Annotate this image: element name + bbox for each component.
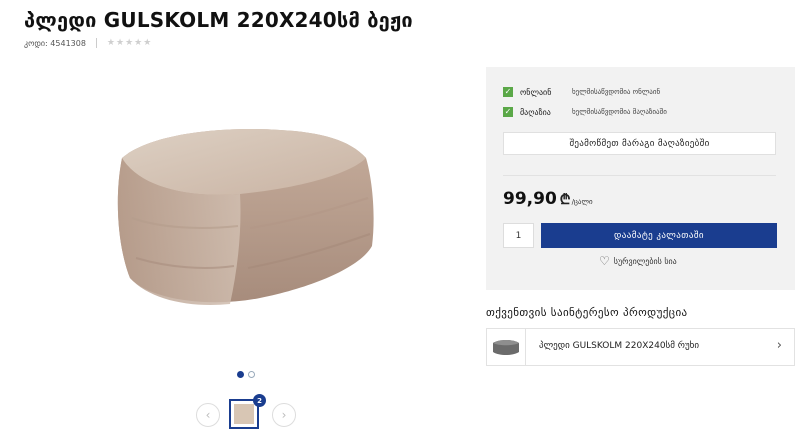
panel-divider: [503, 175, 776, 176]
check-stores-button[interactable]: შეამოწმეთ მარაგი მაღაზიებში: [503, 132, 776, 155]
wishlist-label: სურვილების სია: [613, 256, 677, 266]
availability-label: მაღაზია: [520, 107, 551, 117]
wishlist-link[interactable]: ♡ სურვილების სია: [599, 255, 677, 267]
check-icon: ✓: [503, 107, 513, 117]
availability-store: ✓ მაღაზია ხელმისაწვდომია მაღაზიაში: [503, 107, 667, 117]
gallery-dot[interactable]: [248, 371, 255, 378]
chevron-right-icon: ›: [776, 338, 782, 353]
meta-divider: [95, 38, 97, 48]
recommended-product-card[interactable]: პლედი GULSKOLM 220X240სმ რუხი ›: [486, 328, 795, 366]
star-icon: ★: [106, 38, 115, 48]
thumb-next-button[interactable]: ›: [272, 403, 296, 427]
availability-status: ხელმისაწვდომია ონლაინ: [572, 88, 661, 96]
gallery-dot-active[interactable]: [237, 371, 244, 378]
thumb-prev-button[interactable]: ‹: [196, 403, 220, 427]
currency-symbol: ₾: [559, 192, 571, 208]
product-title: პლედი GULSKOLM 220X240სმ ბეჟი: [24, 8, 413, 32]
purchase-panel: ✓ ონლაინ ხელმისაწვდომია ონლაინ ✓ მაღაზია…: [486, 67, 795, 290]
product-meta: კოდი: 4541308 ★ ★ ★ ★ ★: [24, 38, 151, 48]
heart-icon: ♡: [599, 254, 610, 268]
chevron-right-icon: ›: [281, 408, 287, 422]
check-icon: ✓: [503, 87, 513, 97]
star-icon: ★: [125, 38, 134, 48]
availability-online: ✓ ონლაინ ხელმისაწვდომია ონლაინ: [503, 87, 660, 97]
rating-stars[interactable]: ★ ★ ★ ★ ★: [107, 38, 151, 48]
star-icon: ★: [134, 38, 143, 48]
recommendations-title: თქვენთვის საინტერესო პროდუქცია: [486, 306, 688, 319]
price: 99,90 ₾ /ცალი: [503, 189, 593, 209]
availability-status: ხელმისაწვდომია მაღაზიაში: [572, 108, 667, 116]
star-icon: ★: [143, 38, 152, 48]
recommended-product-name: პლედი GULSKOLM 220X240სმ რუხი: [539, 341, 700, 351]
availability-label: ონლაინ: [520, 87, 552, 97]
product-code: კოდი: 4541308: [24, 38, 86, 48]
add-to-cart-button[interactable]: დაამატე კალათაში: [541, 223, 777, 248]
chevron-left-icon: ‹: [205, 408, 211, 422]
recommended-product-image: [487, 329, 526, 365]
thumbnail-blanket: [234, 404, 254, 424]
price-unit: /ცალი: [571, 198, 593, 206]
product-image-blanket[interactable]: [110, 118, 378, 314]
star-icon: ★: [116, 38, 125, 48]
grey-blanket-thumbnail: [493, 340, 519, 355]
quantity-input[interactable]: 1: [503, 223, 534, 248]
price-value: 99,90: [503, 189, 557, 209]
image-count-badge: 2: [253, 394, 266, 407]
gallery-dots: [237, 371, 255, 378]
